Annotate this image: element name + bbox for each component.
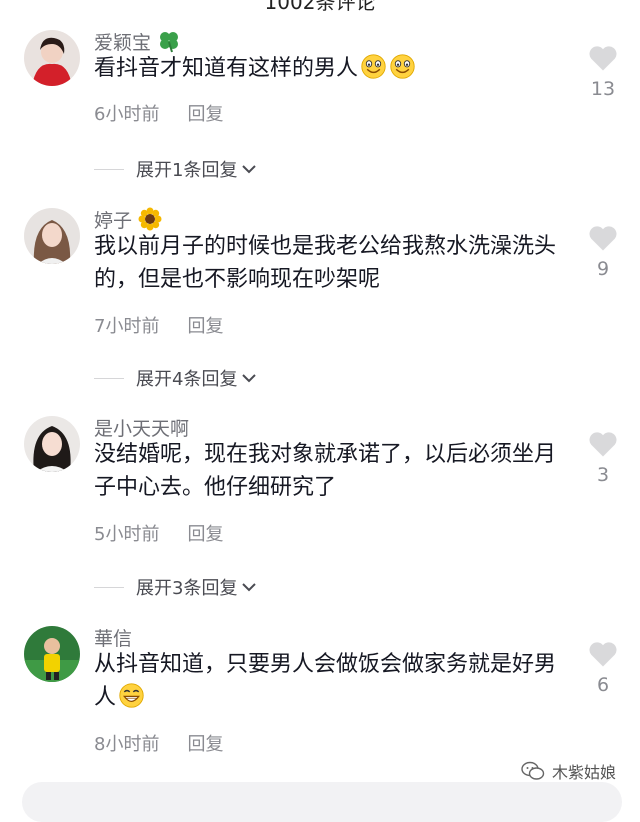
avatar[interactable] <box>24 416 80 472</box>
reply-button[interactable]: 回复 <box>187 312 223 338</box>
commenter-name[interactable]: 華信 <box>94 624 132 651</box>
like-button[interactable]: 9 <box>586 224 620 280</box>
heart-icon <box>589 226 617 251</box>
commenter-name[interactable]: 婷子 <box>94 206 132 233</box>
comment-body: 从抖音知道，只要男人会做饭会做家务就是好男人 <box>94 652 557 710</box>
wechat-icon <box>521 761 545 780</box>
divider <box>94 586 124 588</box>
expand-replies-label: 展开1条回复 <box>136 160 238 181</box>
expand-replies-button[interactable]: 展开4条回复 <box>94 365 257 391</box>
avatar[interactable] <box>24 626 80 682</box>
like-button[interactable]: 3 <box>586 430 620 486</box>
like-count: 9 <box>596 258 610 280</box>
comment-text: 看抖音才知道有这样的男人 <box>94 52 574 85</box>
expand-replies-button[interactable]: 展开3条回复 <box>94 574 257 600</box>
reply-button[interactable]: 回复 <box>187 730 223 756</box>
comment-item: 是小天天啊 没结婚呢，现在我对象就承诺了，以后必须坐月子中心去。他仔细研究了 5… <box>0 414 640 545</box>
comment-time: 7小时前 <box>94 316 160 337</box>
comment-text: 没结婚呢，现在我对象就承诺了，以后必须坐月子中心去。他仔细研究了 <box>94 442 557 500</box>
commenter-name[interactable]: 是小天天啊 <box>94 414 189 441</box>
comment-time: 8小时前 <box>94 734 160 755</box>
like-count: 13 <box>590 78 616 100</box>
comment-text: 从抖音知道，只要男人会做饭会做家务就是好男人 <box>94 648 574 714</box>
expand-replies-label: 展开4条回复 <box>136 369 238 390</box>
avatar[interactable] <box>24 30 80 86</box>
like-button[interactable]: 13 <box>586 44 620 100</box>
comment-input-bar[interactable] <box>22 782 622 822</box>
expand-replies-label: 展开3条回复 <box>136 578 238 599</box>
divider <box>94 168 124 170</box>
comment-time: 5小时前 <box>94 524 160 545</box>
heart-icon <box>589 642 617 667</box>
comment-item: 爱颖宝 看抖音才知道有这样的男人 6小时前 回复 13 <box>0 30 640 150</box>
smile-emoji-icon <box>390 54 415 79</box>
comment-body: 看抖音才知道有这样的男人 <box>94 56 359 81</box>
avatar[interactable] <box>24 208 80 264</box>
comment-text: 我以前月子的时候也是我老公给我熬水洗澡洗头的，但是也不影响现在吵架呢 <box>94 234 557 292</box>
reply-button[interactable]: 回复 <box>187 520 223 546</box>
reply-button[interactable]: 回复 <box>187 100 223 126</box>
like-count: 3 <box>596 464 610 486</box>
comment-count-title: 1002条评论 <box>264 0 376 14</box>
like-button[interactable]: 6 <box>586 640 620 696</box>
watermark: 木紫姑娘 <box>520 758 616 784</box>
comment-time: 6小时前 <box>94 104 160 125</box>
sunflower-icon <box>138 207 162 231</box>
clover-icon <box>160 32 179 53</box>
like-count: 6 <box>596 674 610 696</box>
comment-item: 婷子 我以前月子的时候也是我老公给我熬水洗澡洗头的，但是也不影响现在吵架呢 7小… <box>0 206 640 337</box>
heart-icon <box>589 432 617 457</box>
watermark-text: 木紫姑娘 <box>552 763 617 782</box>
chevron-down-icon <box>242 374 257 383</box>
divider <box>94 377 124 379</box>
comment-item: 華信 从抖音知道，只要男人会做饭会做家务就是好男人 8小时前 回复 6 <box>0 624 640 755</box>
commenter-name[interactable]: 爱颖宝 <box>94 28 151 55</box>
grin-emoji-icon <box>119 683 144 708</box>
expand-replies-button[interactable]: 展开1条回复 <box>94 156 257 182</box>
chevron-down-icon <box>242 165 257 174</box>
smile-emoji-icon <box>361 54 386 79</box>
heart-icon <box>589 46 617 71</box>
chevron-down-icon <box>242 583 257 592</box>
